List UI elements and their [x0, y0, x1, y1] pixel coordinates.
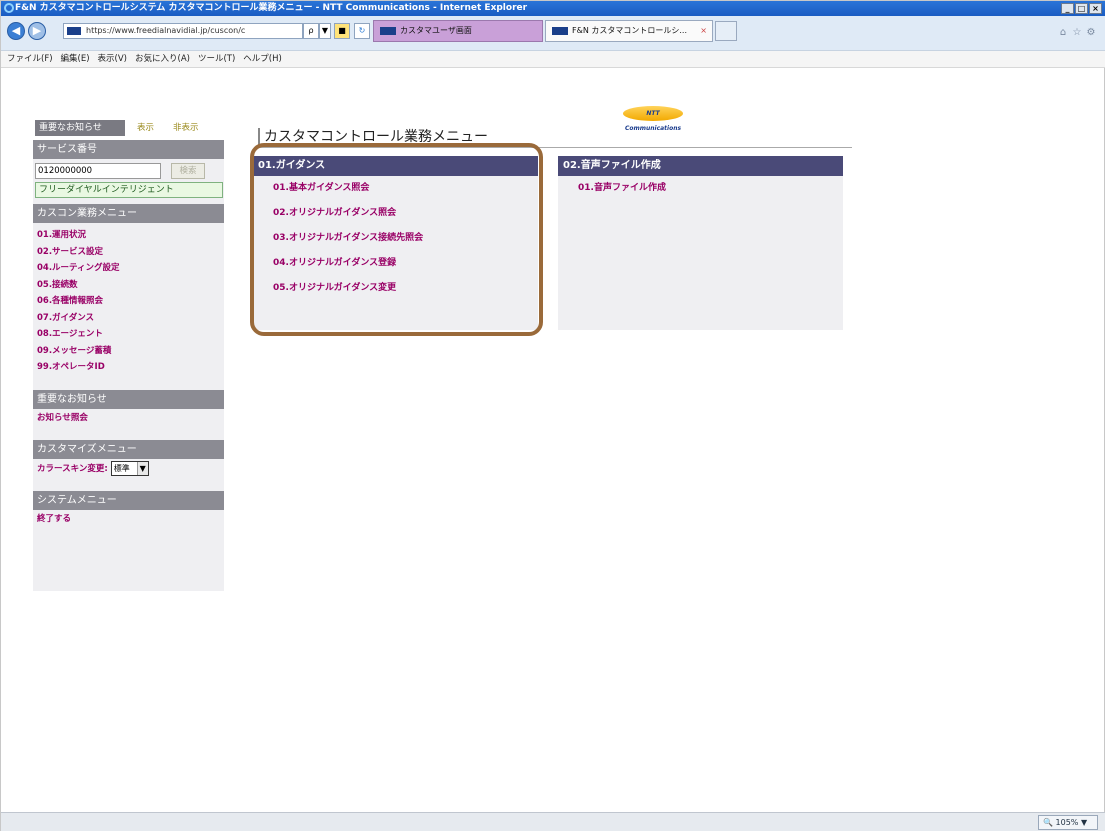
- zoom-icon: 🔍: [1043, 818, 1053, 827]
- tab-customer-control[interactable]: F&N カスタマコントロールシ... ×: [545, 20, 713, 42]
- zoom-control[interactable]: 🔍 105% ▼: [1038, 815, 1098, 830]
- address-toolbar: ◀ ▶ https://www.freedialnavidial.jp/cusc…: [1, 16, 1105, 51]
- dropdown-arrow-icon[interactable]: ▼: [319, 23, 331, 39]
- show-link[interactable]: 表示: [137, 121, 154, 133]
- audio-file-create-link[interactable]: 01.音声ファイル作成: [558, 176, 843, 201]
- audio-file-panel-header: 02.音声ファイル作成: [558, 156, 843, 176]
- important-notice-section: お知らせ照会: [33, 409, 224, 433]
- zoom-level: 105%: [1055, 818, 1079, 827]
- menu-edit[interactable]: 編集(E): [61, 51, 90, 67]
- window-controls: _ □ ×: [1061, 3, 1102, 14]
- chevron-down-icon: ▼: [1080, 818, 1088, 827]
- menu-item-connections[interactable]: 05.接続数: [35, 277, 222, 294]
- important-notice-header: 重要なお知らせ: [33, 389, 224, 409]
- cuscon-menu: 01.運用状況 02.サービス設定 04.ルーティング設定 05.接続数 06.…: [33, 223, 224, 382]
- sidebar: 重要なお知らせ 表示 非表示 サービス番号 0120000000 検索 フリーダイ…: [33, 118, 224, 591]
- system-menu-section: 終了する: [33, 510, 224, 534]
- site-favicon-icon: [67, 27, 81, 35]
- notice-header: 重要なお知らせ: [35, 120, 125, 136]
- menu-item-message-storage[interactable]: 09.メッセージ蓄積: [35, 343, 222, 360]
- favorites-star-icon[interactable]: ☆: [1072, 28, 1082, 38]
- lock-icon[interactable]: ■: [334, 23, 350, 39]
- tab-label: カスタマユーザ画面: [400, 26, 472, 35]
- menu-help[interactable]: ヘルプ(H): [243, 51, 282, 67]
- browser-window: F&N カスタマコントロールシステム カスタマコントロール業務メニュー - NT…: [0, 0, 1105, 831]
- maximize-button[interactable]: □: [1075, 3, 1088, 14]
- skin-select-value: 標準: [113, 464, 130, 473]
- minimize-button[interactable]: _: [1061, 3, 1074, 14]
- menu-item-routing-settings[interactable]: 04.ルーティング設定: [35, 260, 222, 277]
- menu-bar: ファイル(F) 編集(E) 表示(V) お気に入り(A) ツール(T) ヘルプ(…: [1, 51, 1105, 68]
- tab-close-icon[interactable]: ×: [700, 21, 707, 41]
- notice-inquiry-link[interactable]: お知らせ照会: [35, 410, 222, 427]
- window-title: F&N カスタマコントロールシステム カスタマコントロール業務メニュー - NT…: [15, 3, 528, 13]
- menu-view[interactable]: 表示(V): [98, 51, 127, 67]
- close-button[interactable]: ×: [1089, 3, 1102, 14]
- address-input[interactable]: https://www.freedialnavidial.jp/cuscon/c: [63, 23, 303, 39]
- tab-favicon-icon: [380, 27, 396, 35]
- menu-item-service-settings[interactable]: 02.サービス設定: [35, 244, 222, 261]
- service-type-label: フリーダイヤルインテリジェント: [35, 182, 223, 198]
- skin-label: カラースキン変更:: [37, 464, 108, 474]
- system-menu-header: システムメニュー: [33, 491, 224, 510]
- menu-file[interactable]: ファイル(F): [7, 51, 53, 67]
- search-button[interactable]: 検索: [171, 163, 205, 179]
- back-button[interactable]: ◀: [7, 22, 25, 40]
- service-number-section: 0120000000 検索 フリーダイヤルインテリジェント: [33, 159, 224, 204]
- menu-tools[interactable]: ツール(T): [198, 51, 235, 67]
- cuscon-menu-header: カスコン業務メニュー: [33, 204, 224, 223]
- menu-item-agent[interactable]: 08.エージェント: [35, 326, 222, 343]
- tab-label: F&N カスタマコントロールシ...: [572, 26, 687, 35]
- chevron-down-icon: ▼: [136, 462, 148, 475]
- skin-row: カラースキン変更: 標準 ▼: [35, 461, 222, 477]
- exit-link[interactable]: 終了する: [35, 511, 222, 528]
- menu-item-guidance[interactable]: 07.ガイダンス: [35, 310, 222, 327]
- home-icon[interactable]: ⌂: [1058, 28, 1068, 38]
- menu-item-operator-id[interactable]: 99.オペレータID: [35, 359, 222, 376]
- service-number-input[interactable]: 0120000000: [35, 163, 161, 179]
- search-icon[interactable]: ρ: [303, 23, 319, 39]
- tab-customer-user[interactable]: カスタマユーザ画面: [373, 20, 543, 42]
- tab-favicon-icon: [552, 27, 568, 35]
- hide-link[interactable]: 非表示: [173, 121, 199, 133]
- new-tab-button[interactable]: [715, 21, 737, 41]
- gear-icon[interactable]: ⚙: [1086, 28, 1096, 38]
- ie-logo-icon: [4, 3, 14, 13]
- customize-menu-section: カラースキン変更: 標準 ▼: [33, 459, 224, 483]
- menu-favorites[interactable]: お気に入り(A): [135, 51, 190, 67]
- status-bar: 🔍 105% ▼: [1, 812, 1105, 831]
- audio-file-panel: 02.音声ファイル作成 01.音声ファイル作成: [558, 156, 843, 330]
- forward-button[interactable]: ▶: [28, 22, 46, 40]
- skin-select[interactable]: 標準 ▼: [110, 461, 149, 476]
- ntt-logo: NTT Communications: [623, 106, 683, 132]
- title-bar: F&N カスタマコントロールシステム カスタマコントロール業務メニュー - NT…: [1, 1, 1105, 16]
- customize-menu-header: カスタマイズメニュー: [33, 440, 224, 459]
- refresh-icon[interactable]: ↻: [354, 23, 370, 39]
- highlight-box: [250, 143, 543, 336]
- menu-item-info-inquiry[interactable]: 06.各種情報照会: [35, 293, 222, 310]
- notice-toggle-row: 重要なお知らせ 表示 非表示: [33, 118, 224, 140]
- url-text: https://www.freedialnavidial.jp/cuscon/c: [86, 26, 246, 35]
- menu-item-operation-status[interactable]: 01.運用状況: [35, 227, 222, 244]
- service-number-header: サービス番号: [33, 140, 224, 159]
